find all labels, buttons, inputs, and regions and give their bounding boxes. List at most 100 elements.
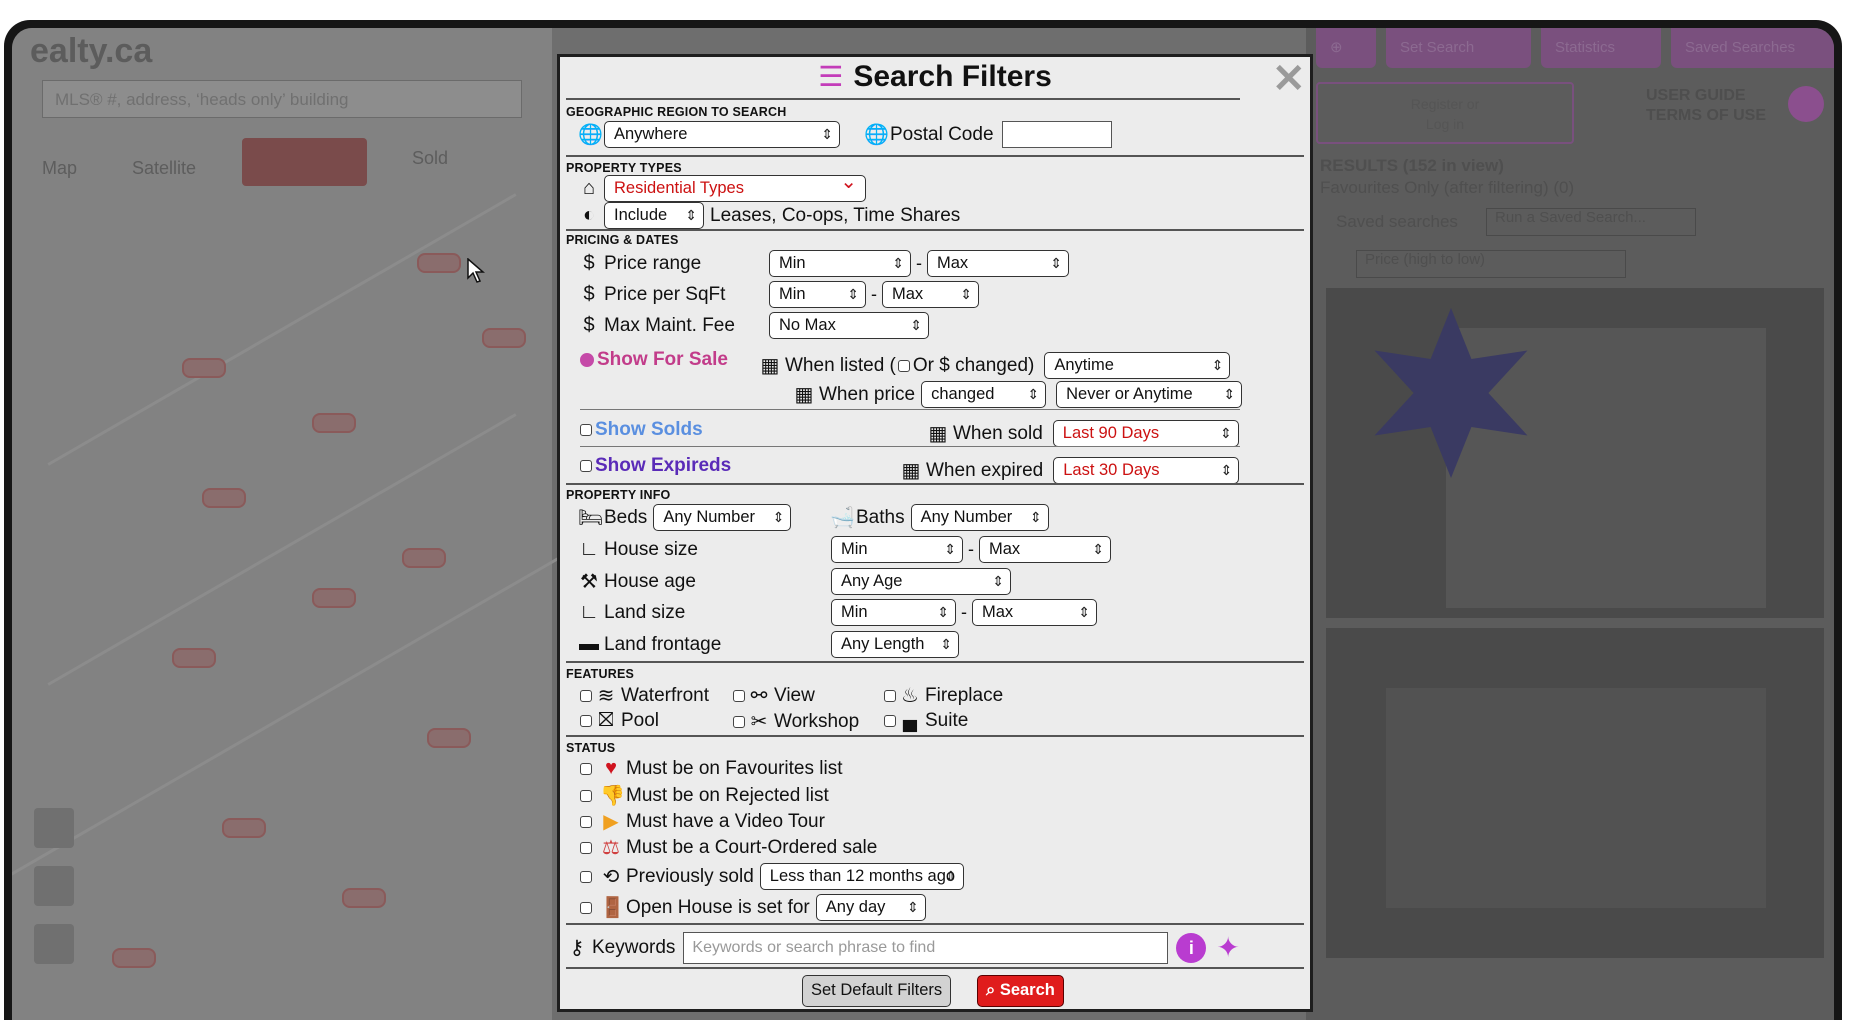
price-changed-select[interactable]: changed [921, 381, 1047, 408]
rejected-label: Must be on Rejected list [626, 784, 829, 806]
map-pin[interactable] [342, 888, 386, 908]
map-search-input[interactable]: MLS® #, address, ‘heads only’ building [42, 80, 522, 118]
when-listed-select[interactable]: Anytime [1044, 352, 1231, 379]
house-min-select[interactable]: Min [831, 536, 963, 563]
open-house-select[interactable]: Any day [815, 894, 926, 921]
beds-select[interactable]: Any Number [653, 504, 792, 531]
land-min-select[interactable]: Min [831, 599, 956, 626]
sort-select[interactable]: Price (high to low) [1356, 250, 1626, 278]
tab-sold[interactable]: Sold [412, 148, 448, 169]
building-icon[interactable] [34, 924, 74, 964]
baths-select[interactable]: Any Number [910, 504, 1049, 531]
show-expireds-checkbox[interactable] [580, 460, 592, 472]
show-expireds-label[interactable]: Show Expireds [595, 455, 731, 477]
map-pin[interactable] [427, 728, 471, 748]
when-expired-select[interactable]: Last 30 Days [1053, 457, 1240, 484]
favourites-checkbox[interactable] [580, 762, 592, 775]
map-pin[interactable] [482, 328, 526, 348]
video-tour-checkbox[interactable] [580, 815, 592, 828]
sliders-icon: ☰ [818, 61, 844, 92]
sqft-min-select[interactable]: Min [769, 281, 866, 308]
statistics-button[interactable]: Statistics [1541, 28, 1661, 68]
land-frontage-select[interactable]: Any Length [831, 631, 959, 658]
saved-searches-button[interactable]: Saved Searches [1671, 28, 1834, 68]
favourites-label: Must be on Favourites list [626, 757, 843, 779]
tab-map[interactable]: Map [42, 158, 77, 179]
set-default-filters-button[interactable]: Set Default Filters [802, 975, 952, 1007]
show-for-sale-checkbox[interactable] [580, 353, 594, 367]
previously-sold-checkbox[interactable] [580, 870, 592, 883]
close-button[interactable]: ✕ [1272, 59, 1306, 99]
region-select[interactable]: Anywhere [604, 121, 840, 148]
baths-label: Baths [856, 506, 905, 528]
map-pin[interactable] [222, 818, 266, 838]
map-pin[interactable] [402, 548, 446, 568]
show-for-sale-label[interactable]: Show For Sale [597, 349, 728, 371]
couch-icon: ▄ [902, 709, 918, 731]
set-search-button[interactable]: Set Search [1386, 28, 1531, 68]
property-type-select[interactable]: Residential Types [604, 170, 866, 202]
map-pin[interactable] [202, 488, 246, 508]
ruler-icon: ▬ [579, 633, 599, 655]
when-sold-label: When sold [953, 422, 1043, 444]
map-pin[interactable] [112, 948, 156, 968]
gavel-icon: ⚖ [602, 837, 620, 859]
listing-photo[interactable] [1326, 288, 1824, 618]
or-changed-checkbox[interactable] [897, 359, 910, 372]
dollar-icon: $ [583, 252, 595, 274]
map-pin[interactable] [182, 358, 226, 378]
court-ordered-checkbox[interactable] [580, 841, 592, 854]
results-count: RESULTS (152 in view) [1320, 156, 1504, 175]
land-max-select[interactable]: Max [972, 599, 1097, 626]
top-button[interactable]: ⊕ [1316, 28, 1376, 68]
register-login-button[interactable]: Register or Log in [1316, 82, 1574, 144]
calendar-icon: ▦ [901, 460, 921, 482]
tab-satellite[interactable]: Satellite [132, 158, 196, 179]
court-ordered-label: Must be a Court-Ordered sale [626, 836, 878, 858]
map-pin[interactable] [172, 648, 216, 668]
open-house-checkbox[interactable] [580, 901, 592, 914]
street-view-icon[interactable] [34, 808, 74, 848]
map-pin[interactable] [417, 253, 461, 273]
workshop-checkbox[interactable] [733, 715, 745, 728]
waterfront-checkbox[interactable] [580, 689, 592, 702]
suite-label: Suite [925, 709, 969, 731]
search-button[interactable]: ⌕ Search [977, 975, 1064, 1007]
bath-icon: 🛁 [830, 507, 855, 529]
maint-fee-select[interactable]: No Max [769, 312, 929, 339]
price-min-select[interactable]: Min [769, 250, 911, 277]
map-area[interactable]: ealty.ca MLS® #, address, ‘heads only’ b… [12, 28, 566, 1020]
repeat-icon: ⟲ [602, 866, 620, 888]
info-icon[interactable]: i [1176, 932, 1207, 963]
previously-sold-select[interactable]: Less than 12 months ago [759, 863, 964, 890]
postal-code-input[interactable] [1001, 121, 1112, 148]
suite-checkbox[interactable] [884, 714, 896, 727]
map-pin[interactable] [312, 413, 356, 433]
magic-wand-icon[interactable]: ✦ [1216, 931, 1239, 964]
house-max-select[interactable]: Max [979, 536, 1111, 563]
keywords-input[interactable]: Keywords or search phrase to find [683, 931, 1169, 964]
fireplace-checkbox[interactable] [884, 689, 896, 702]
view-checkbox[interactable] [733, 689, 745, 702]
saved-search-select[interactable]: Run a Saved Search... [1486, 208, 1696, 236]
never-anytime-select[interactable]: Never or Anytime [1056, 381, 1243, 408]
map-pin[interactable] [312, 588, 356, 608]
when-sold-select[interactable]: Last 90 Days [1052, 420, 1239, 447]
site-logo: ealty.ca [30, 32, 153, 70]
user-guide-link[interactable]: USER GUIDE TERMS OF USE [1646, 86, 1766, 126]
house-age-select[interactable]: Any Age [831, 568, 1011, 595]
active-map-tab[interactable] [242, 138, 367, 186]
help-icon[interactable] [1788, 86, 1824, 122]
lease-include-select[interactable]: Include [604, 202, 704, 229]
listing-photo[interactable] [1326, 628, 1824, 958]
waterfront-label: Waterfront [621, 684, 709, 706]
pool-checkbox[interactable] [580, 714, 592, 727]
sqft-max-select[interactable]: Max [882, 281, 979, 308]
school-icon[interactable] [34, 866, 74, 906]
results-sub: Favourites Only (after filtering) (0) [1320, 178, 1575, 197]
mouse-cursor-icon [467, 258, 485, 283]
show-solds-checkbox[interactable] [580, 424, 592, 436]
rejected-checkbox[interactable] [580, 789, 592, 802]
price-max-select[interactable]: Max [927, 250, 1069, 277]
show-solds-label[interactable]: Show Solds [595, 419, 703, 441]
